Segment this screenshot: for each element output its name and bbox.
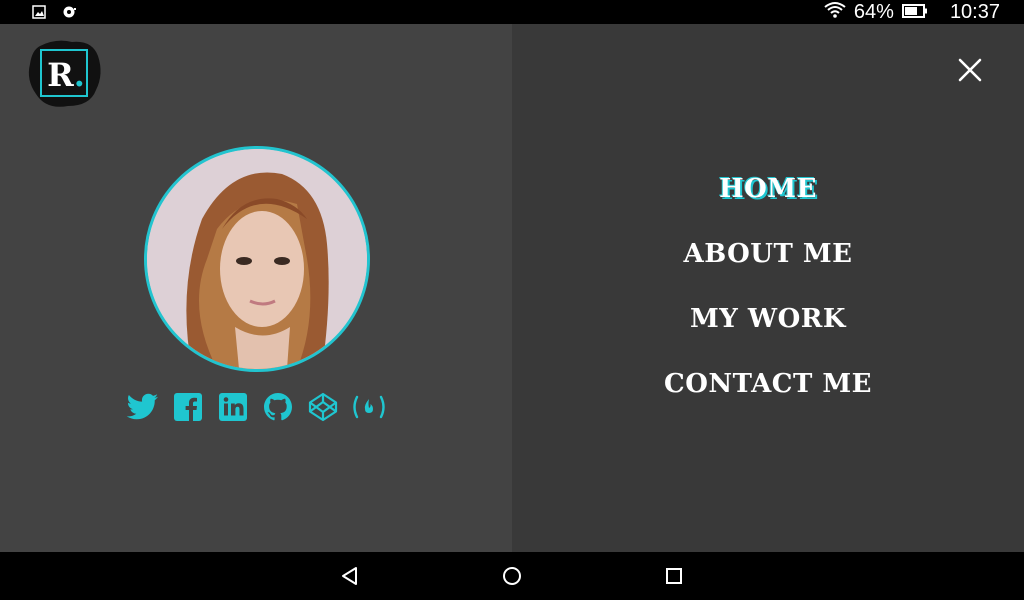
logo-letter: R. xyxy=(47,56,85,94)
menu-item-about-me[interactable]: ABOUT ME xyxy=(512,229,1024,294)
profile-panel: R. xyxy=(0,24,512,552)
menu-item-my-work[interactable]: MY WORK xyxy=(512,294,1024,359)
status-bar: 64% 10:37 xyxy=(0,0,1024,24)
image-icon xyxy=(32,4,46,23)
freecodecamp-icon[interactable] xyxy=(351,391,387,424)
battery-percent: 64% xyxy=(853,1,894,23)
clock: 10:37 xyxy=(949,1,1000,23)
system-navigation-bar xyxy=(0,552,1024,600)
home-icon[interactable] xyxy=(501,565,523,587)
main-menu: HOME ABOUT ME MY WORK CONTACT ME xyxy=(512,164,1024,424)
sync-icon xyxy=(62,4,78,23)
menu-item-contact-me[interactable]: CONTACT ME xyxy=(512,359,1024,424)
back-icon[interactable] xyxy=(339,565,361,587)
recents-icon[interactable] xyxy=(663,565,685,587)
menu-panel: HOME ABOUT ME MY WORK CONTACT ME xyxy=(512,24,1024,552)
twitter-icon[interactable] xyxy=(126,391,159,424)
avatar xyxy=(144,146,370,372)
github-icon[interactable] xyxy=(261,391,294,424)
linkedin-icon[interactable] xyxy=(216,391,249,424)
close-icon[interactable] xyxy=(958,58,982,82)
menu-item-home[interactable]: HOME xyxy=(512,164,1024,229)
social-links xyxy=(126,390,387,424)
facebook-icon[interactable] xyxy=(171,391,204,424)
codepen-icon[interactable] xyxy=(306,391,339,424)
logo[interactable]: R. xyxy=(26,36,104,110)
battery-icon xyxy=(901,3,928,22)
wifi-icon xyxy=(824,1,846,23)
